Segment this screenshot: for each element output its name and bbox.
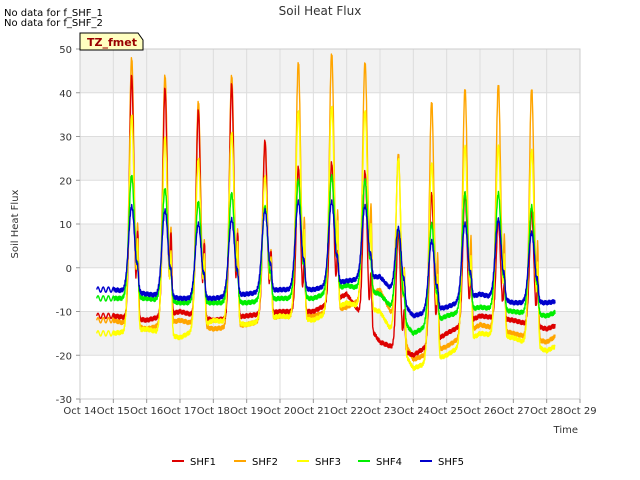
legend-label: SHF2 (252, 457, 278, 468)
legend-label: SHF4 (376, 457, 402, 468)
legend-item-shf4: SHF4 (358, 457, 402, 468)
x-tick-label: Oct 25 (430, 406, 463, 417)
legend-item-shf3: SHF3 (297, 457, 341, 468)
x-tick-label: Oct 15 (97, 406, 130, 417)
y-axis-ticks: -30 -20 -10 0 10 20 30 40 50 (56, 45, 80, 406)
x-tick-label: Oct 22 (330, 406, 363, 417)
tz-badge: TZ_fmet (79, 32, 144, 51)
x-tick-label: Oct 18 (197, 406, 230, 417)
y-tick-label: -20 (56, 351, 72, 362)
y-tick-label: 50 (59, 45, 72, 56)
y-tick-label: 20 (59, 176, 72, 187)
legend-item-shf1: SHF1 (172, 457, 216, 468)
x-tick-label: Oct 19 (230, 406, 263, 417)
x-tick-label: Oct 27 (497, 406, 530, 417)
x-tick-label: Oct 14 (63, 406, 96, 417)
x-axis-label: Time (553, 425, 578, 436)
legend-item-shf5: SHF5 (420, 457, 464, 468)
x-tick-label: Oct 17 (163, 406, 196, 417)
x-tick-label: Oct 28 (530, 406, 563, 417)
soil-heat-flux-chart: -30-20-1001020304050 Oct 14 Oct 15 Oct 16 O… (10, 4, 597, 468)
legend-label: SHF3 (315, 457, 341, 468)
y-tick-label: 40 (59, 89, 72, 100)
legend-label: SHF5 (438, 457, 464, 468)
x-tick-label: Oct 26 (463, 406, 496, 417)
y-tick-label: 10 (59, 220, 72, 231)
y-tick-label: -30 (56, 395, 72, 406)
x-tick-label: Oct 23 (363, 406, 396, 417)
x-tick-label: Oct 29 (563, 406, 596, 417)
x-tick-label: Oct 21 (297, 406, 330, 417)
background-band (80, 355, 580, 399)
x-tick-label: Oct 16 (130, 406, 163, 417)
y-axis-label: Soil Heat Flux (10, 189, 21, 258)
y-tick-label: -10 (56, 308, 72, 319)
legend: SHF1 SHF2 SHF3 SHF4 SHF5 (172, 457, 464, 468)
x-axis-ticks: Oct 14 Oct 15 Oct 16 Oct 17 Oct 18 Oct 19 Oct … (63, 399, 597, 417)
y-tick-label: 30 (59, 133, 72, 144)
tz-badge-label: TZ_fmet (87, 36, 137, 49)
legend-item-shf2: SHF2 (234, 457, 278, 468)
y-tick-label: 0 (66, 264, 72, 275)
chart-title: Soil Heat Flux (279, 4, 362, 18)
legend-label: SHF1 (190, 457, 216, 468)
x-tick-label: Oct 24 (397, 406, 430, 417)
x-tick-label: Oct 20 (263, 406, 296, 417)
